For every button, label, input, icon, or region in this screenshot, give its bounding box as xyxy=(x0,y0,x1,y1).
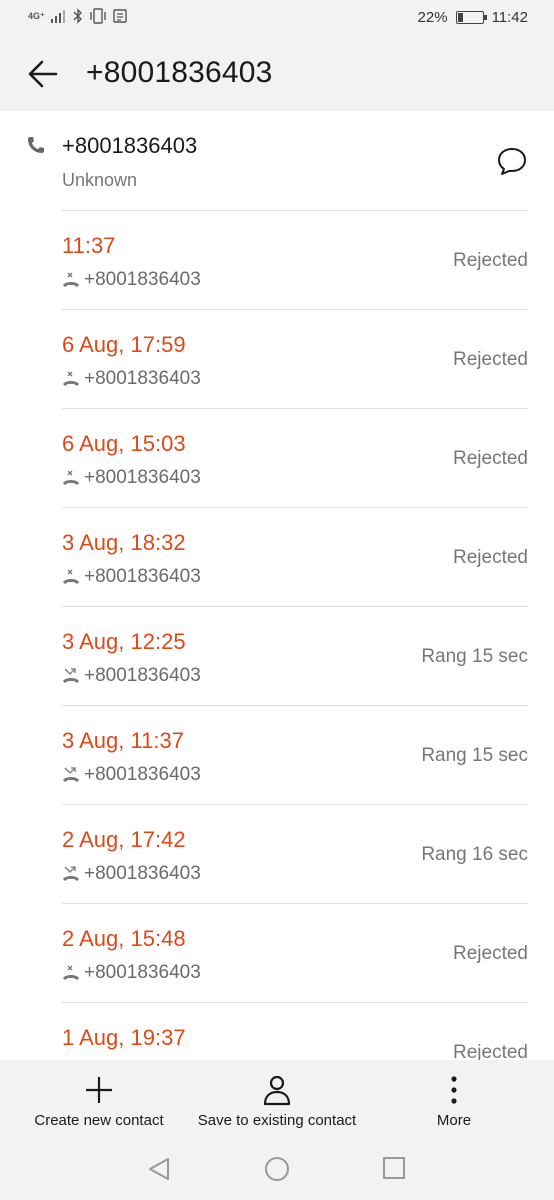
status-icons: 4G⁺ xyxy=(28,8,127,24)
plus-icon xyxy=(86,1077,112,1103)
call-time: 3 Aug, 12:25 xyxy=(62,629,186,654)
rejected-call-icon xyxy=(63,569,79,584)
call-number-line: +8001836403 xyxy=(62,566,201,588)
missed-call-icon xyxy=(63,668,79,683)
call-log-row[interactable]: 11:37 +8001836403 Rejected xyxy=(62,210,528,309)
call-status: Rang 15 sec xyxy=(421,745,528,766)
status-time: 11:42 xyxy=(491,9,528,26)
call-status: Rang 16 sec xyxy=(421,844,528,865)
signal-icon xyxy=(50,10,65,23)
call-status: Rejected xyxy=(453,1042,528,1060)
call-number-line: +8001836403 xyxy=(62,764,201,786)
battery-percent: 22% xyxy=(417,9,448,26)
battery-icon xyxy=(455,11,487,24)
call-time: 3 Aug, 11:37 xyxy=(62,728,184,753)
call-number-line: +8001836403 xyxy=(62,665,201,687)
call-time: 3 Aug, 18:32 xyxy=(62,530,186,555)
call-status: Rejected xyxy=(453,943,528,964)
call-log-row[interactable]: 3 Aug, 11:37 +8001836403 Rang 15 sec xyxy=(62,705,528,804)
nav-recents-icon[interactable] xyxy=(382,1156,406,1180)
call-number: +8001836403 xyxy=(84,962,201,983)
call-time: 6 Aug, 17:59 xyxy=(62,332,186,357)
missed-call-icon xyxy=(63,866,79,881)
bottom-action-bar: Create new contact Save to existing cont… xyxy=(0,1060,554,1200)
app-header: +8001836403 xyxy=(0,40,554,111)
call-number-line: +8001836403 xyxy=(62,368,201,390)
call-number-line: +8001836403 xyxy=(62,269,201,291)
nav-back-icon[interactable] xyxy=(146,1156,172,1182)
system-nav-bar xyxy=(0,1144,554,1194)
call-log-list: 11:37 +8001836403 Rejected 6 Aug, 17:59 +800… xyxy=(0,210,554,1060)
call-log-row[interactable]: 6 Aug, 17:59 +8001836403 Rejected xyxy=(62,309,528,408)
call-number-line: +8001836403 xyxy=(62,863,201,885)
save-to-existing-contact-button[interactable]: Save to existing contact xyxy=(185,1074,369,1129)
call-log-row[interactable]: 1 Aug, 19:37+8001836403Rejected xyxy=(62,1002,528,1060)
more-vertical-icon xyxy=(451,1076,457,1104)
call-number: +8001836403 xyxy=(84,566,201,587)
rejected-call-icon xyxy=(63,965,79,980)
call-time: 6 Aug, 15:03 xyxy=(62,431,186,456)
call-number: +8001836403 xyxy=(84,764,201,785)
vibrate-icon xyxy=(90,8,106,24)
back-arrow-icon[interactable] xyxy=(26,57,60,91)
call-log-row[interactable]: 3 Aug, 18:32 +8001836403 Rejected xyxy=(62,507,528,606)
rejected-call-icon xyxy=(63,272,79,287)
notification-icon xyxy=(113,9,127,23)
call-number-line: +8001836403 xyxy=(62,467,201,489)
page-title: +8001836403 xyxy=(86,56,273,89)
rejected-call-icon xyxy=(63,371,79,386)
status-right: 22% 11:42 xyxy=(418,9,528,26)
phone-icon xyxy=(28,137,44,153)
call-number: +8001836403 xyxy=(84,368,201,389)
create-new-contact-label: Create new contact xyxy=(34,1112,164,1129)
call-number: +8001836403 xyxy=(84,467,201,488)
call-status: Rejected xyxy=(453,250,528,271)
contact-label: Unknown xyxy=(62,170,138,190)
call-number: +8001836403 xyxy=(84,665,201,686)
more-label: More xyxy=(436,1112,472,1129)
call-status: Rejected xyxy=(453,349,528,370)
battery-fill xyxy=(457,13,463,22)
call-status: Rejected xyxy=(453,448,528,469)
person-icon xyxy=(263,1075,291,1106)
call-status: Rejected xyxy=(453,547,528,568)
network-label: 4G⁺ xyxy=(28,10,45,21)
call-number-line: +8001836403 xyxy=(62,962,201,984)
call-log-row[interactable]: 3 Aug, 12:25 +8001836403 Rang 15 sec xyxy=(62,606,528,705)
call-number: +8001836403 xyxy=(84,269,201,290)
nav-home-icon[interactable] xyxy=(263,1156,291,1184)
contact-summary: +8001836403 Unknown xyxy=(0,111,554,210)
call-time: 2 Aug, 17:42 xyxy=(62,827,186,852)
save-to-existing-contact-label: Save to existing contact xyxy=(197,1112,357,1129)
create-new-contact-button[interactable]: Create new contact xyxy=(20,1074,178,1129)
call-time: 1 Aug, 19:37 xyxy=(62,1025,186,1050)
call-number: +8001836403 xyxy=(84,863,201,884)
rejected-call-icon xyxy=(63,470,79,485)
status-bar: 4G⁺ 22% 11:42 xyxy=(0,0,554,40)
more-button[interactable]: More xyxy=(410,1074,498,1129)
bluetooth-icon xyxy=(73,8,82,24)
contact-number[interactable]: +8001836403 xyxy=(62,133,197,159)
call-time: 2 Aug, 15:48 xyxy=(62,926,186,951)
missed-call-icon xyxy=(63,767,79,782)
call-status: Rang 15 sec xyxy=(421,646,528,667)
call-log-row[interactable]: 2 Aug, 15:48 +8001836403 Rejected xyxy=(62,903,528,1002)
message-icon[interactable] xyxy=(496,145,528,177)
call-time: 11:37 xyxy=(62,233,116,258)
call-log-row[interactable]: 2 Aug, 17:42 +8001836403 Rang 16 sec xyxy=(62,804,528,903)
call-log-row[interactable]: 6 Aug, 15:03 +8001836403 Rejected xyxy=(62,408,528,507)
